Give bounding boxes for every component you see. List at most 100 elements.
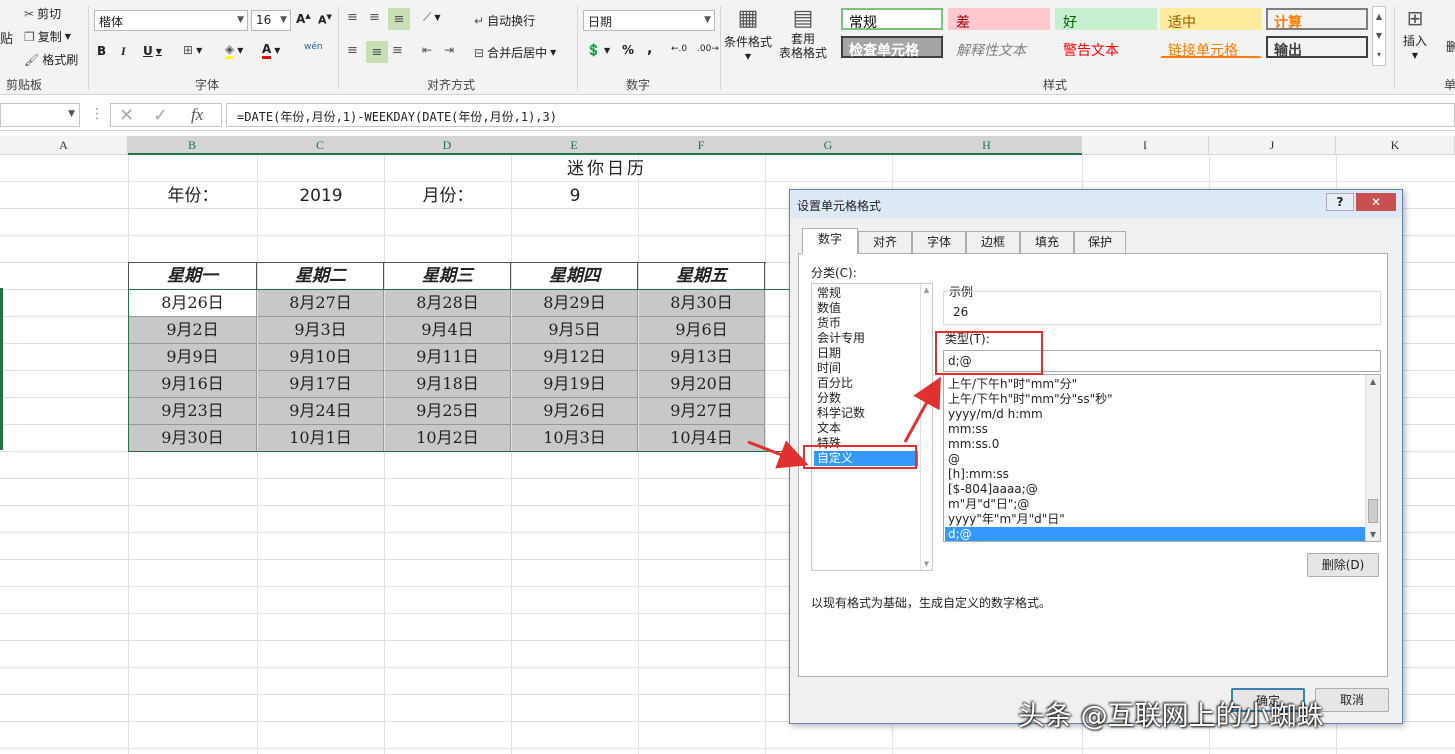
cell-style-item[interactable]: 适中 <box>1160 8 1262 31</box>
italic-button[interactable]: I <box>121 44 126 59</box>
calendar-date-cell[interactable]: 9月3日 <box>258 317 384 344</box>
year-value[interactable]: 2019 <box>258 183 384 209</box>
orientation-button[interactable]: ⟋ ▼ <box>423 10 441 25</box>
calendar-date-cell[interactable]: 10月1日 <box>258 425 384 452</box>
format-item[interactable]: yyyy"年"m"月"d"日" <box>945 512 1365 527</box>
format-item[interactable]: [h]:mm:ss <box>945 467 1365 482</box>
calendar-date-cell[interactable]: 9月12日 <box>512 344 638 371</box>
percent-button[interactable]: % <box>622 43 634 57</box>
calendar-date-cell[interactable]: 8月30日 <box>639 290 765 317</box>
cell-style-item[interactable]: 链接单元格 <box>1160 36 1262 59</box>
format-item[interactable]: mm:ss.0 <box>945 437 1365 452</box>
delete-format-button[interactable]: 删除(D) <box>1307 553 1379 577</box>
close-button[interactable]: ✕ <box>1356 193 1396 211</box>
tab-5[interactable]: 保护 <box>1074 231 1126 253</box>
tab-4[interactable]: 填充 <box>1020 231 1074 253</box>
merge-center-button[interactable]: ⊟ 合并后居中 ▼ <box>474 44 556 61</box>
calendar-date-cell[interactable]: 9月30日 <box>129 425 257 452</box>
calendar-date-cell[interactable]: 9月10日 <box>258 344 384 371</box>
tab-0[interactable]: 数字 <box>802 228 858 254</box>
border-button[interactable]: ⊞ ▼ <box>183 43 202 57</box>
cell-style-item[interactable]: 检查单元格 <box>841 36 943 59</box>
calendar-date-cell[interactable]: 9月5日 <box>512 317 638 344</box>
wrap-text-button[interactable]: ↵ 自动换行 <box>474 12 535 29</box>
calendar-date-cell[interactable]: 9月18日 <box>385 371 511 398</box>
format-item[interactable]: mm:ss <box>945 422 1365 437</box>
cancel-button[interactable]: 取消 <box>1315 688 1389 712</box>
delete-button[interactable]: 删 <box>1446 38 1455 55</box>
scrollbar-thumb[interactable] <box>1368 499 1378 523</box>
column-header-j[interactable]: J <box>1209 136 1336 155</box>
calendar-date-cell[interactable]: 8月27日 <box>258 290 384 317</box>
format-item[interactable]: [$-804]aaaa;@ <box>945 482 1365 497</box>
calendar-date-cell[interactable]: 9月9日 <box>129 344 257 371</box>
cell-style-item[interactable]: 警告文本 <box>1055 36 1157 59</box>
calendar-date-cell[interactable]: 8月28日 <box>385 290 511 317</box>
calendar-date-cell[interactable]: 9月17日 <box>258 371 384 398</box>
grow-font-button[interactable]: A▲ <box>296 12 311 26</box>
tab-2[interactable]: 字体 <box>912 231 966 253</box>
increase-indent-button[interactable]: ⇥ <box>444 43 454 57</box>
column-header-a[interactable]: A <box>0 136 128 155</box>
calendar-date-cell[interactable]: 9月2日 <box>129 317 257 344</box>
font-name-select[interactable]: 楷体 ▼ <box>94 10 248 31</box>
format-item[interactable]: 上午/下午h"时"mm"分" <box>945 377 1365 392</box>
align-center-button[interactable]: ≡ <box>366 41 388 63</box>
format-item[interactable]: @ <box>945 452 1365 467</box>
copy-button[interactable]: ❐ 复制 ▼ <box>24 28 71 45</box>
calendar-date-cell[interactable]: 9月23日 <box>129 398 257 425</box>
conditional-format-button[interactable]: ▦ 条件格式 ▼ <box>724 6 772 61</box>
font-color-button[interactable]: A ▼ <box>262 42 280 59</box>
cell-style-item[interactable]: 计算 <box>1266 8 1368 31</box>
column-header-i[interactable]: I <box>1082 136 1209 155</box>
format-item[interactable]: yyyy/m/d h:mm <box>945 407 1365 422</box>
category-item[interactable]: 货币 <box>814 316 918 331</box>
align-right-button[interactable]: ≡ <box>392 43 403 58</box>
cell-style-item[interactable]: 解释性文本 <box>948 36 1050 59</box>
number-format-select[interactable]: 日期 ▼ <box>583 10 715 31</box>
align-bottom-button[interactable]: ≡ <box>388 8 410 30</box>
calendar-date-cell[interactable]: 9月11日 <box>385 344 511 371</box>
formula-input[interactable]: =DATE(年份,月份,1)-WEEKDAY(DATE(年份,月份,1),3) <box>226 103 1455 127</box>
font-size-select[interactable]: 16 ▼ <box>251 10 291 31</box>
align-left-button[interactable]: ≡ <box>347 43 358 58</box>
cell-style-item[interactable]: 输出 <box>1266 36 1368 59</box>
category-item[interactable]: 日期 <box>814 346 918 361</box>
month-value[interactable]: 9 <box>512 183 638 209</box>
shrink-font-button[interactable]: A▼ <box>318 13 332 27</box>
comma-button[interactable]: , <box>647 41 652 57</box>
tab-1[interactable]: 对齐 <box>858 231 912 253</box>
calendar-date-cell[interactable]: 10月3日 <box>512 425 638 452</box>
cut-button[interactable]: ✂ 剪切 <box>24 5 61 22</box>
calendar-date-cell[interactable]: 10月2日 <box>385 425 511 452</box>
increase-decimal-button[interactable]: ←.0 <box>671 44 687 54</box>
check-icon[interactable]: ✓ <box>153 105 168 126</box>
tab-3[interactable]: 边框 <box>966 231 1020 253</box>
insert-function-icon[interactable]: fx <box>191 105 203 125</box>
format-list-scrollbar[interactable]: ▲ ▼ <box>1365 375 1380 541</box>
paste-button[interactable]: 贴 <box>0 28 13 47</box>
insert-button[interactable]: ⊞ 插入 ▼ <box>1403 6 1427 60</box>
calendar-date-cell[interactable]: 9月25日 <box>385 398 511 425</box>
format-painter-button[interactable]: 🖌 格式刷 <box>24 51 78 68</box>
cancel-icon[interactable]: ✕ <box>119 105 134 126</box>
calendar-date-cell[interactable]: 9月24日 <box>258 398 384 425</box>
bold-button[interactable]: B <box>97 44 106 58</box>
decrease-indent-button[interactable]: ⇤ <box>422 43 432 57</box>
format-item[interactable]: m"月"d"日";@ <box>945 497 1365 512</box>
format-as-table-button[interactable]: ▤ 套用 表格格式 <box>779 6 827 60</box>
name-box[interactable]: ▼ <box>0 103 80 127</box>
calendar-date-cell[interactable]: 9月19日 <box>512 371 638 398</box>
category-item[interactable]: 常规 <box>814 286 918 301</box>
calendar-date-cell[interactable]: 8月26日 <box>129 290 257 317</box>
decrease-decimal-button[interactable]: .00→ <box>697 44 719 54</box>
styles-gallery-scroll[interactable]: ▲ ▼ ▾ <box>1372 6 1386 66</box>
cell-style-item[interactable]: 常规 <box>841 8 943 31</box>
calendar-date-cell[interactable]: 9月16日 <box>129 371 257 398</box>
format-item[interactable]: 上午/下午h"时"mm"分"ss"秒" <box>945 392 1365 407</box>
category-item[interactable]: 数值 <box>814 301 918 316</box>
calendar-date-cell[interactable]: 9月6日 <box>639 317 765 344</box>
cell-style-item[interactable]: 好 <box>1055 8 1157 31</box>
column-header-k[interactable]: K <box>1336 136 1455 155</box>
category-item[interactable]: 会计专用 <box>814 331 918 346</box>
